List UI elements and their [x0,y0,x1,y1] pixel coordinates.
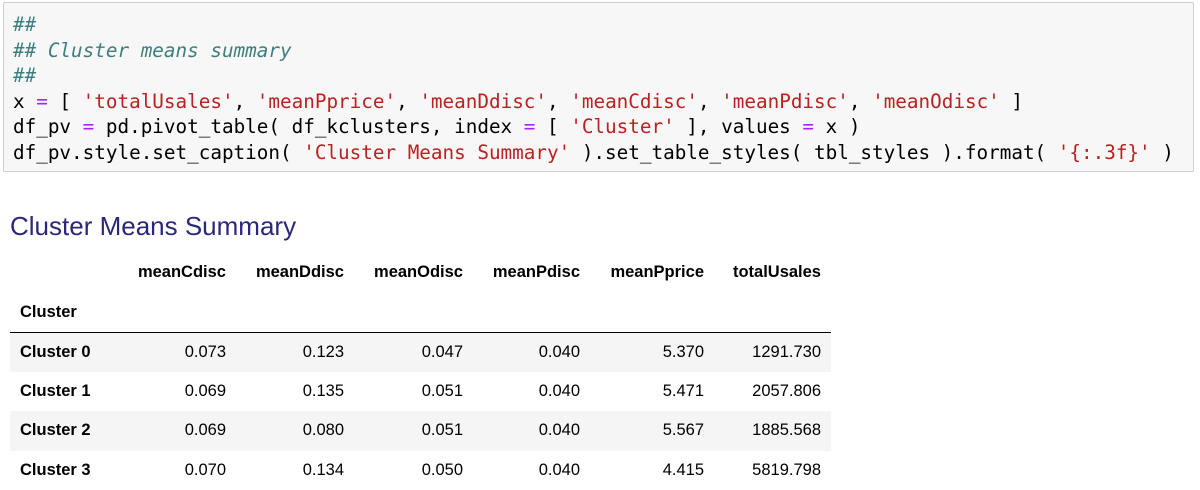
table-row: Cluster 2 0.069 0.080 0.051 0.040 5.567 … [10,411,831,451]
code-comment: ## Cluster means summary [13,39,292,62]
column-header: meanPdisc [473,253,590,293]
index-name-header: Cluster [10,293,118,333]
code-text: ).set_table_styles( tbl_styles ).format( [570,141,1058,164]
table-cell: 0.070 [118,451,236,490]
table-row: Cluster 3 0.070 0.134 0.050 0.040 4.415 … [10,451,831,490]
table-cell: 0.123 [236,332,354,372]
empty-header-cell [473,293,590,333]
column-header: totalUsales [714,253,831,293]
column-header: meanPprice [590,253,714,293]
code-text: x [13,90,36,113]
empty-header-cell [714,293,831,333]
column-header: meanDdisc [236,253,354,293]
table-cell: 0.073 [118,332,236,372]
index-name-row: Cluster [10,293,831,333]
output-area: Cluster Means Summary meanCdisc meanDdis… [10,205,831,490]
table-cell: 0.040 [473,411,590,451]
code-cell[interactable]: #### Cluster means summary##x = [ 'total… [3,2,1194,172]
code-string: 'meanDdisc' [419,90,547,113]
code-line: ## [13,12,1193,38]
table-cell: 1885.568 [714,411,831,451]
code-text: df_pv [13,115,83,138]
code-editor[interactable]: #### Cluster means summary##x = [ 'total… [13,12,1193,165]
table-cell: 0.040 [473,332,590,372]
code-text: df_pv.style.set_caption( [13,141,303,164]
empty-header-cell [118,293,236,333]
code-text: x ) [814,115,860,138]
cluster-means-table: meanCdisc meanDdisc meanOdisc meanPdisc … [10,253,831,490]
code-string: 'meanOdisc' [872,90,1000,113]
column-header: meanCdisc [118,253,236,293]
table-row: Cluster 1 0.069 0.135 0.051 0.040 5.471 … [10,372,831,412]
table-caption: Cluster Means Summary [10,205,831,247]
table-cell: 0.040 [473,372,590,412]
code-comment: ## [13,64,36,87]
row-label: Cluster 2 [10,411,118,451]
table-cell: 0.080 [236,411,354,451]
table-cell: 2057.806 [714,372,831,412]
table-row: Cluster 0 0.073 0.123 0.047 0.040 5.370 … [10,332,831,372]
table-cell: 0.051 [354,411,473,451]
table-cell: 5.567 [590,411,714,451]
code-operator: = [524,115,536,138]
code-text: , [547,90,570,113]
code-text: ) [1151,141,1174,164]
table-cell: 5.471 [590,372,714,412]
code-string: '{:.3f}' [1058,141,1151,164]
table-cell: 0.069 [118,411,236,451]
code-string: 'Cluster Means Summary' [303,141,570,164]
code-line: df_pv = pd.pivot_table( df_kclusters, in… [13,114,1193,140]
empty-header-cell [590,293,714,333]
table-cell: 0.134 [236,451,354,490]
code-text: ], values [675,115,803,138]
code-line: ## [13,63,1193,89]
table-cell: 0.069 [118,372,236,412]
table-cell: 0.040 [473,451,590,490]
blank-corner-header [10,253,118,293]
code-string: 'totalUsales' [83,90,234,113]
table-cell: 0.135 [236,372,354,412]
code-text: pd.pivot_table( df_kclusters, index [94,115,524,138]
empty-header-cell [354,293,473,333]
table-cell: 4.415 [590,451,714,490]
code-text: ] [1000,90,1023,113]
table-cell: 1291.730 [714,332,831,372]
row-label: Cluster 0 [10,332,118,372]
code-string: 'meanPprice' [257,90,396,113]
table-cell: 0.047 [354,332,473,372]
row-label: Cluster 1 [10,372,118,412]
code-operator: = [36,90,48,113]
code-string: 'meanPdisc' [721,90,849,113]
code-comment: ## [13,13,36,36]
code-operator: = [83,115,95,138]
table-cell: 0.051 [354,372,473,412]
row-label: Cluster 3 [10,451,118,490]
code-text: , [698,90,721,113]
code-string: 'meanCdisc' [570,90,698,113]
code-text: , [849,90,872,113]
column-header: meanOdisc [354,253,473,293]
code-line: df_pv.style.set_caption( 'Cluster Means … [13,140,1193,166]
column-header-row: meanCdisc meanDdisc meanOdisc meanPdisc … [10,253,831,293]
code-operator: = [802,115,814,138]
table-cell: 0.050 [354,451,473,490]
code-line: x = [ 'totalUsales', 'meanPprice', 'mean… [13,89,1193,115]
code-text: [ [535,115,570,138]
code-string: 'Cluster' [570,115,674,138]
code-text: , [234,90,257,113]
table-cell: 5819.798 [714,451,831,490]
empty-header-cell [236,293,354,333]
code-text: [ [48,90,83,113]
code-line: ## Cluster means summary [13,38,1193,64]
code-text: , [396,90,419,113]
table-cell: 5.370 [590,332,714,372]
